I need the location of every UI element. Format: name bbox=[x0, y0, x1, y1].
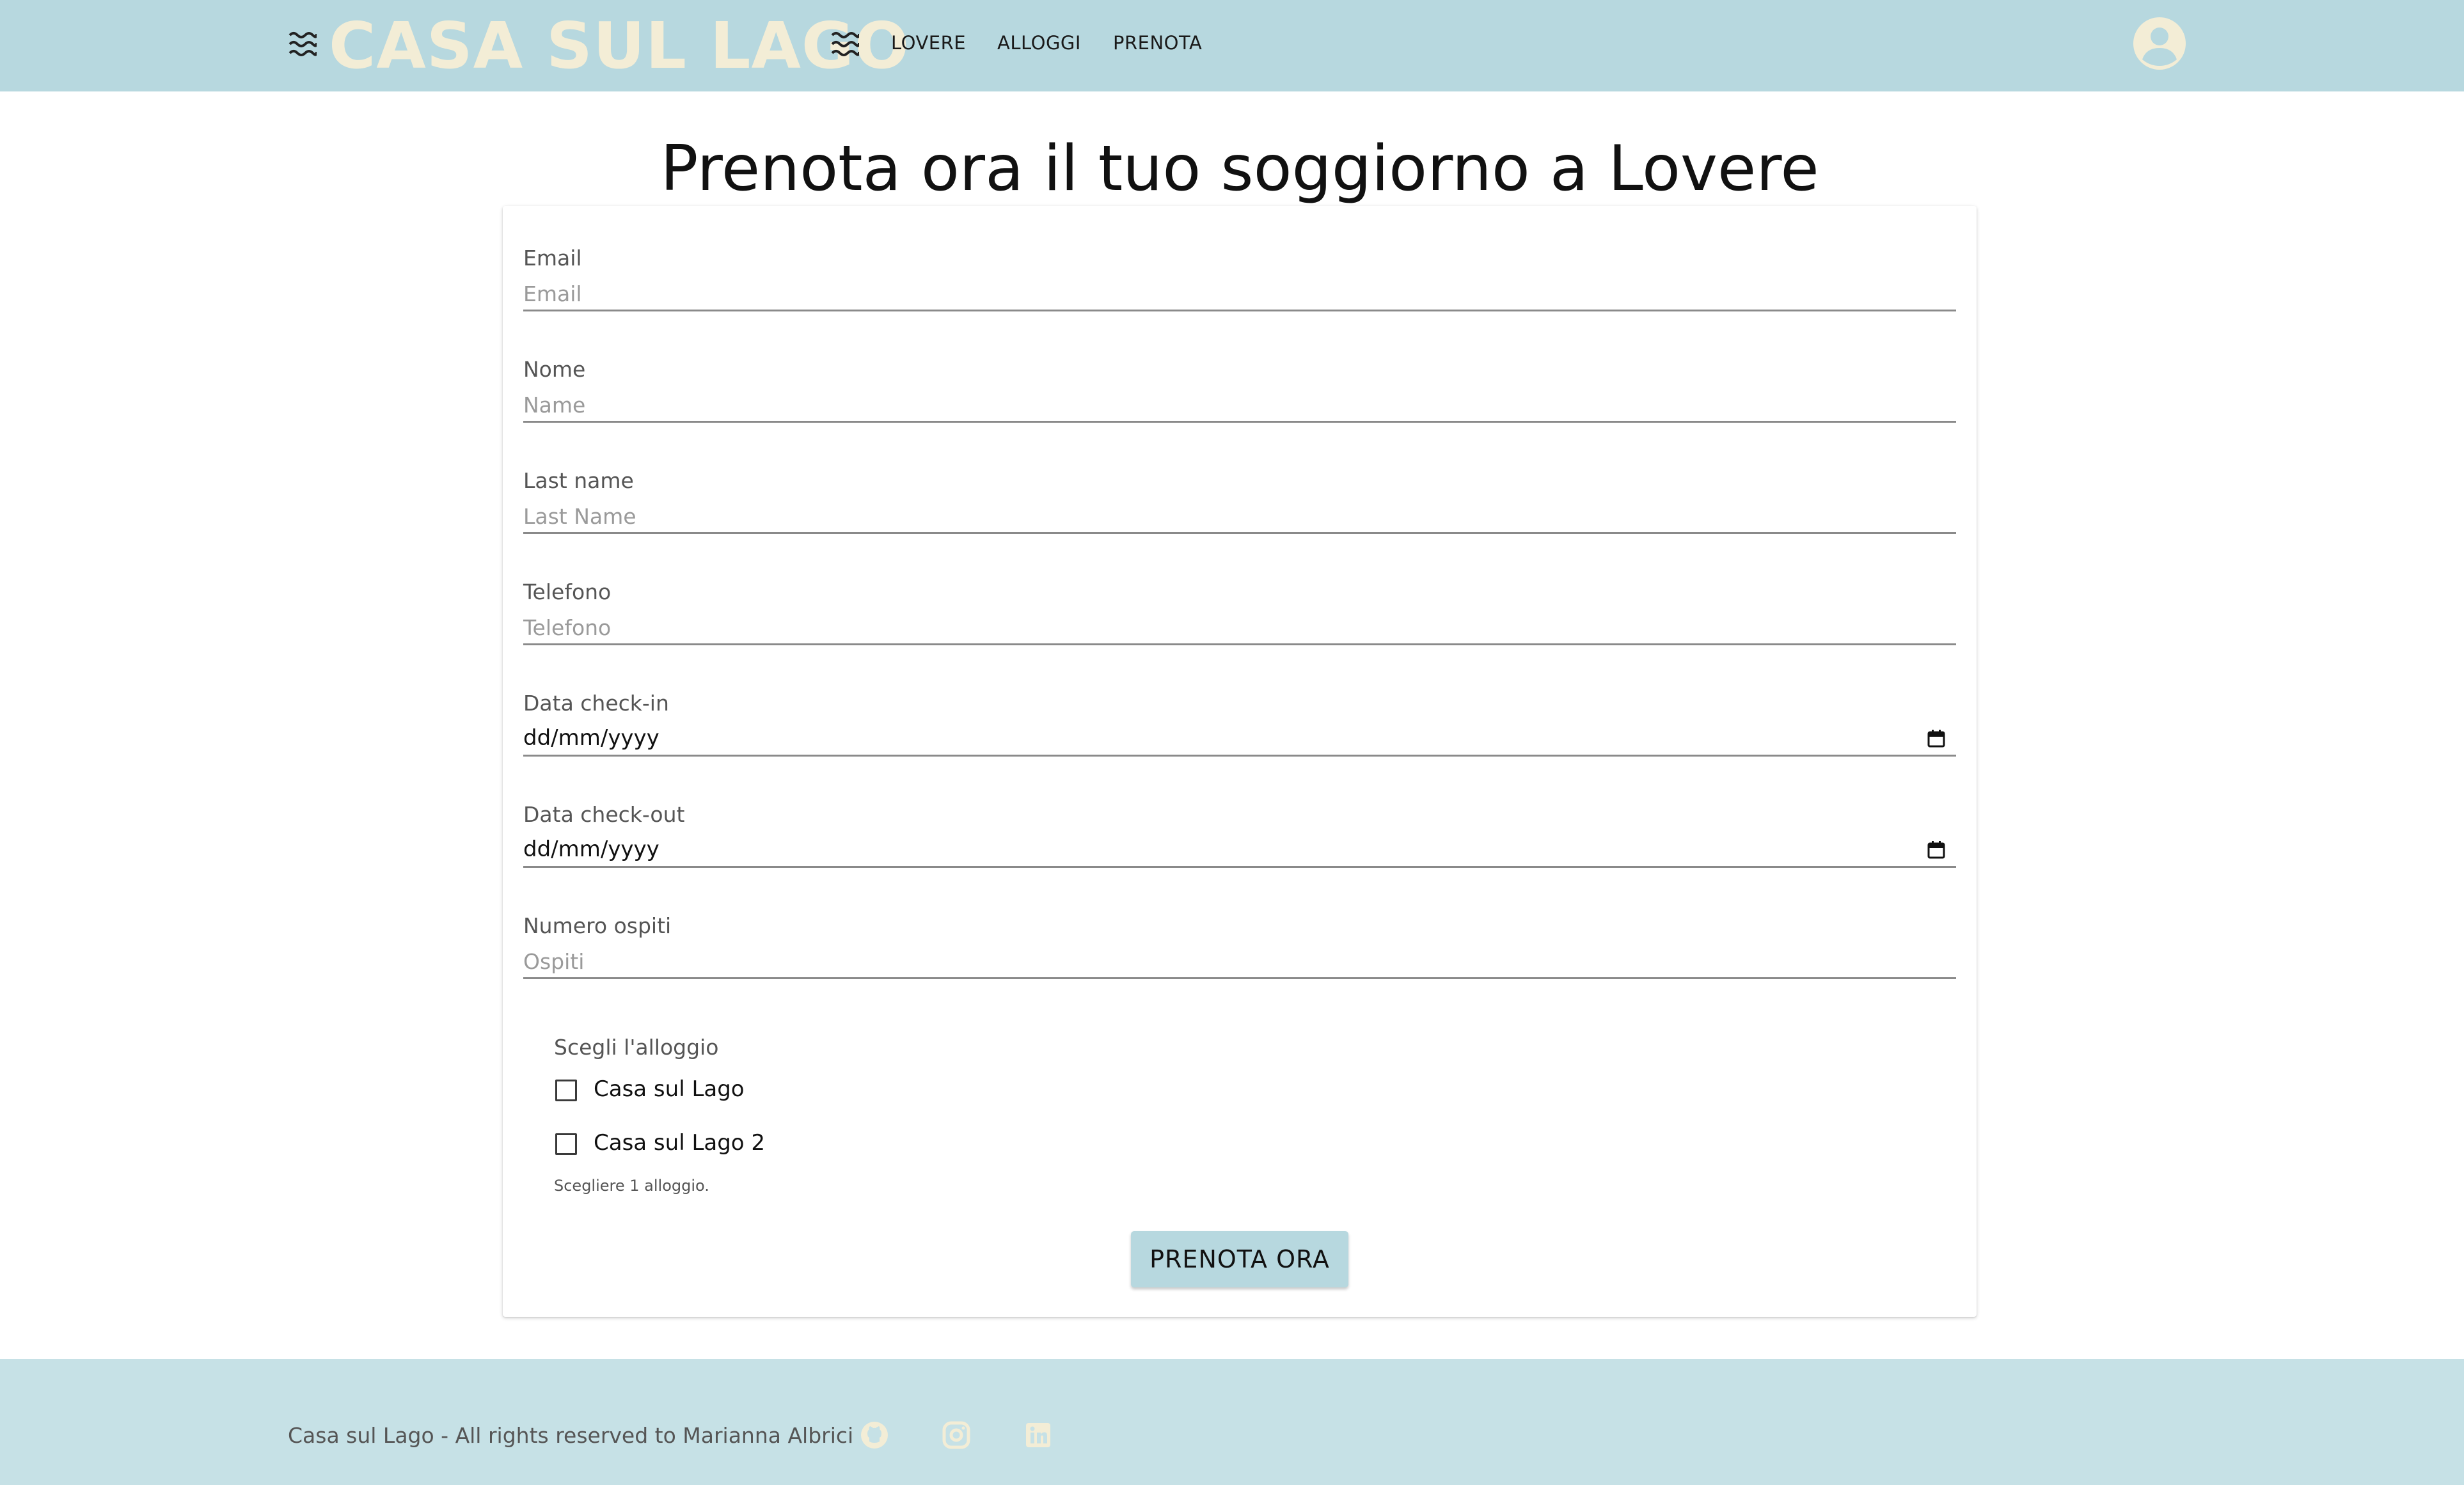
checkout-date-value: dd/mm/yyyy bbox=[523, 837, 659, 862]
accommodation-option-casa-sul-lago-2[interactable]: Casa sul Lago 2 bbox=[554, 1128, 1002, 1159]
checkbox-label: Casa sul Lago bbox=[594, 1076, 745, 1102]
checkbox[interactable] bbox=[555, 1080, 577, 1101]
email-field-group: Email bbox=[523, 244, 1956, 326]
footer: Casa sul Lago - All rights reserved to M… bbox=[0, 1359, 2464, 1485]
checkbox[interactable] bbox=[555, 1133, 577, 1155]
top-navbar: CASA SUL LAGO LOVERE ALLOGGI PRENOTA bbox=[0, 0, 2464, 91]
guests-field[interactable] bbox=[523, 945, 1956, 979]
checkout-date-field[interactable]: dd/mm/yyyy bbox=[523, 834, 1956, 868]
email-label: Email bbox=[523, 246, 582, 271]
accommodation-group-label: Scegli l'alloggio bbox=[554, 1035, 719, 1060]
last-name-field-group: Last name bbox=[523, 467, 1956, 549]
waves-icon bbox=[831, 29, 859, 59]
email-field[interactable] bbox=[523, 278, 1956, 311]
book-now-button[interactable]: PRENOTA ORA bbox=[1131, 1231, 1348, 1287]
booking-form-card: Email Nome Last name Telefono Data check… bbox=[503, 206, 1977, 1317]
phone-field[interactable] bbox=[523, 611, 1956, 645]
phone-field-group: Telefono bbox=[523, 578, 1956, 660]
footer-copyright: Casa sul Lago - All rights reserved to M… bbox=[288, 1423, 854, 1448]
checkin-label: Data check-in bbox=[523, 691, 669, 716]
calendar-icon[interactable] bbox=[1927, 729, 1946, 748]
page-title: Prenota ora il tuo soggiorno a Lovere bbox=[660, 132, 1819, 205]
checkin-date-value: dd/mm/yyyy bbox=[523, 725, 659, 751]
account-circle-icon[interactable] bbox=[2133, 17, 2186, 70]
nav-link-lovere[interactable]: LOVERE bbox=[891, 31, 966, 55]
first-name-field[interactable] bbox=[523, 389, 1956, 423]
nav-link-prenota[interactable]: PRENOTA bbox=[1113, 31, 1202, 55]
first-name-label: Nome bbox=[523, 357, 586, 382]
last-name-label: Last name bbox=[523, 468, 634, 493]
accommodation-option-casa-sul-lago[interactable]: Casa sul Lago bbox=[554, 1074, 1002, 1106]
guests-field-group: Numero ospiti bbox=[523, 912, 1956, 994]
guests-label: Numero ospiti bbox=[523, 913, 672, 938]
accommodation-hint: Scegliere 1 alloggio. bbox=[554, 1177, 709, 1195]
calendar-icon[interactable] bbox=[1927, 840, 1946, 860]
checkout-field-group: Data check-out dd/mm/yyyy bbox=[523, 801, 1956, 883]
checkout-label: Data check-out bbox=[523, 802, 685, 827]
last-name-field[interactable] bbox=[523, 500, 1956, 534]
linkedin-icon[interactable] bbox=[1023, 1420, 1053, 1450]
checkin-date-field[interactable]: dd/mm/yyyy bbox=[523, 723, 1956, 757]
github-icon[interactable] bbox=[860, 1420, 889, 1450]
checkbox-label: Casa sul Lago 2 bbox=[594, 1130, 766, 1156]
first-name-field-group: Nome bbox=[523, 356, 1956, 437]
waves-icon bbox=[288, 29, 317, 59]
instagram-icon[interactable] bbox=[942, 1420, 971, 1450]
brand-logo-link[interactable]: CASA SUL LAGO bbox=[329, 6, 910, 86]
phone-label: Telefono bbox=[523, 579, 612, 604]
nav-link-alloggi[interactable]: ALLOGGI bbox=[997, 31, 1081, 55]
checkin-field-group: Data check-in dd/mm/yyyy bbox=[523, 689, 1956, 771]
